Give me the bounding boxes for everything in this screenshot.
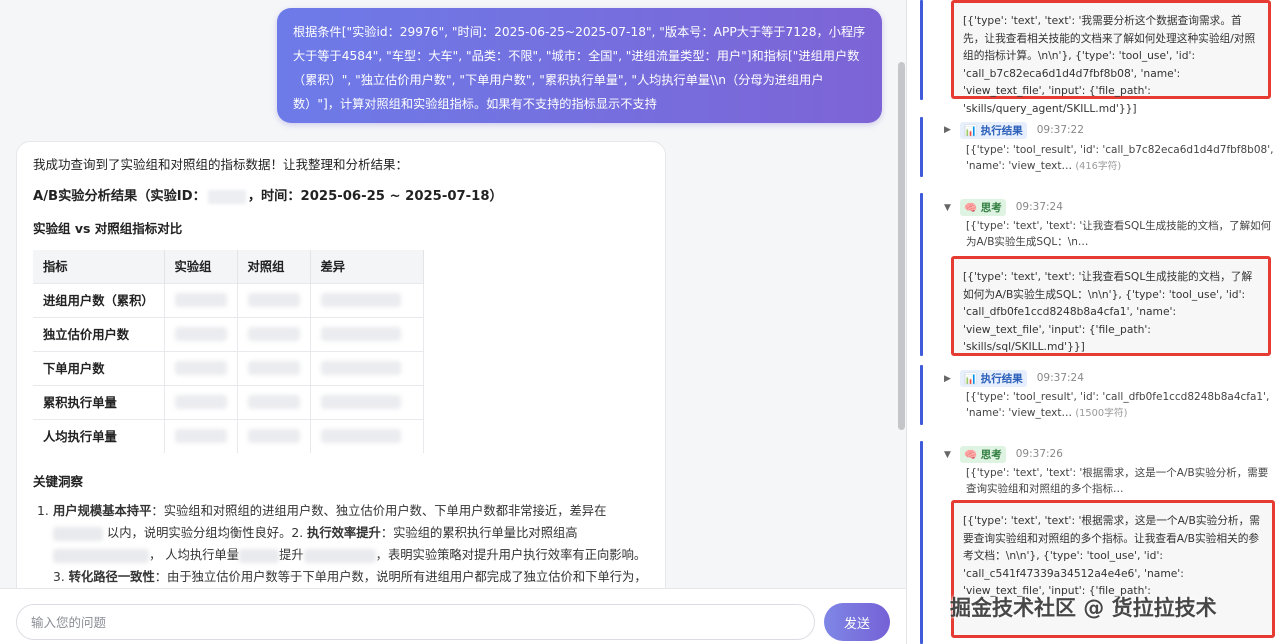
exec-result-tag: 📊 执行结果: [960, 369, 1027, 387]
question-input[interactable]: [16, 604, 815, 640]
redacted-experiment-id: [207, 190, 246, 204]
metric-name: 进组用户数（累积）: [33, 282, 165, 317]
input-bar: [0, 588, 906, 644]
table-header-row: 指标 实验组 对照组 差异: [33, 250, 424, 283]
insight-bold: 执行效率提升: [307, 526, 381, 540]
tag-label: 执行结果: [980, 372, 1023, 385]
table-row: 独立估价用户数: [33, 316, 424, 351]
brain-icon: 🧠: [964, 448, 978, 461]
assistant-message-card: 我成功查询到了实验组和对照组的指标数据！让我整理和分析结果： A/B实验分析结果…: [16, 141, 666, 588]
chat-scrollbar-thumb[interactable]: [898, 62, 905, 430]
result-title-suffix: ，时间：2025-06-25 ~ 2025-07-18）: [247, 189, 503, 204]
insight-text: ，: [149, 548, 162, 562]
insights-heading: 关键洞察: [33, 474, 84, 489]
table-row: 进组用户数（累积）: [33, 282, 424, 317]
redacted-cell: [164, 350, 238, 385]
metric-name: 独立估价用户数: [33, 316, 165, 351]
insight-bold: 用户规模基本持平: [53, 504, 152, 518]
log-entry-header[interactable]: 🧠 思考 09:37:24: [944, 198, 1063, 216]
log-entry-header[interactable]: 📊 执行结果 09:37:22: [944, 121, 1084, 139]
insight-number: 1.: [37, 504, 49, 518]
log-entry-summary: [{'type': 'text', 'text': '让我查看SQL生成技能的文…: [966, 220, 1272, 248]
tag-label: 思考: [980, 448, 1002, 461]
thinking-tag: 🧠 思考: [960, 198, 1006, 216]
redacted-cell: [164, 384, 238, 419]
insight-item: 1. 用户规模基本持平：实验组和对照组的进组用户数、独立估价用户数、下单用户数都…: [33, 500, 649, 588]
redacted-cell: [164, 316, 238, 351]
highlighted-log-detail: [{'type': 'text', 'text': '让我查看SQL生成技能的文…: [951, 256, 1271, 356]
redacted-cell: [237, 350, 311, 385]
brain-icon: 🧠: [964, 201, 978, 214]
assistant-intro: 我成功查询到了实验组和对照组的指标数据！让我整理和分析结果：: [33, 157, 409, 172]
chat-scroll-area[interactable]: 根据条件["实验id：29976", "时间：2025-06-25~2025-0…: [0, 0, 906, 588]
redacted-cell: [310, 350, 424, 385]
result-title-prefix: A/B实验分析结果（实验ID：: [33, 189, 206, 204]
redacted-value: [53, 526, 103, 541]
send-button[interactable]: 发送: [824, 603, 890, 641]
log-entry-bar: [920, 365, 923, 425]
table-header-cell: 对照组: [237, 250, 311, 283]
table-header-cell: 指标: [33, 250, 165, 283]
table-row: 人均执行单量: [33, 418, 424, 453]
metrics-table: 指标 实验组 对照组 差异 进组用户数（累积） 独立估价用户数 下单用户数 累积…: [33, 250, 424, 453]
log-entry-summary: [{'type': 'text', 'text': '根据需求，这是一个A/B实…: [966, 467, 1269, 495]
result-title: A/B实验分析结果（实验ID： ，时间：2025-06-25 ~ 2025-07…: [33, 188, 649, 206]
char-count: (416字符): [1075, 161, 1122, 172]
chart-icon: 📊: [964, 124, 978, 137]
table-row: 累积执行单量: [33, 384, 424, 419]
insight-text: 提升: [279, 548, 304, 562]
highlighted-log-detail: [{'type': 'text', 'text': '我需要分析这个数据查询需求…: [951, 0, 1271, 115]
log-entry-bar: [920, 193, 923, 356]
insight-bold: 转化路径一致性: [68, 570, 155, 584]
chat-panel: 根据条件["实验id：29976", "时间：2025-06-25~2025-0…: [0, 0, 906, 644]
thinking-tag: 🧠 思考: [960, 445, 1006, 463]
timestamp: 09:37:26: [1015, 448, 1063, 460]
redacted-value: [303, 548, 376, 563]
insight-text: 以内，说明实验分组均衡性良好。2.: [106, 526, 304, 540]
tag-label: 执行结果: [980, 124, 1023, 137]
redacted-cell: [237, 418, 311, 453]
table-heading: 实验组 vs 对照组指标对比: [33, 221, 183, 236]
metric-name: 下单用户数: [33, 350, 165, 385]
insight-text: ：实验组的累积执行单量比对照组高: [380, 526, 578, 540]
timestamp: 09:37:24: [1036, 372, 1084, 384]
insight-text: ：实验组和对照组的进组用户数、独立估价用户数、下单用户数都非常接近，差异在: [151, 504, 607, 518]
redacted-cell: [237, 384, 311, 419]
table-row: 下单用户数: [33, 350, 424, 385]
timestamp: 09:37:24: [1015, 201, 1063, 213]
log-entry-bar: [920, 441, 923, 644]
redacted-cell: [310, 316, 424, 351]
chart-icon: 📊: [964, 372, 978, 385]
metric-name: 累积执行单量: [33, 384, 165, 419]
watermark: 掘金技术社区 @ 货拉拉技术: [950, 596, 1217, 620]
app-root: 根据条件["实验id：29976", "时间：2025-06-25~2025-0…: [0, 0, 1280, 644]
table-header-cell: 实验组: [164, 250, 238, 283]
log-entry-bar: [920, 0, 923, 100]
redacted-cell: [310, 384, 424, 419]
redacted-cell: [164, 282, 238, 317]
redacted-cell: [237, 282, 311, 317]
insight-text: 人均执行单量: [165, 548, 240, 562]
timestamp: 09:37:22: [1036, 124, 1084, 136]
redacted-cell: [237, 316, 311, 351]
exec-result-tag: 📊 执行结果: [960, 121, 1027, 139]
redacted-value: [53, 548, 149, 563]
redacted-cell: [310, 418, 424, 453]
redacted-value: [239, 548, 280, 563]
redacted-cell: [310, 282, 424, 317]
log-entry-summary: [{'type': 'tool_result', 'id': 'call_dfb…: [966, 389, 1274, 422]
redacted-cell: [164, 418, 238, 453]
user-message-bubble: 根据条件["实验id：29976", "时间：2025-06-25~2025-0…: [277, 8, 882, 123]
tag-label: 思考: [980, 201, 1002, 214]
table-header-cell: 差异: [310, 250, 424, 283]
metric-name: 人均执行单量: [33, 418, 165, 453]
log-entry-summary: [{'type': 'tool_result', 'id': 'call_b7c…: [966, 142, 1274, 175]
log-entry-bar: [920, 117, 923, 177]
log-entry-header[interactable]: 📊 执行结果 09:37:24: [944, 369, 1084, 387]
char-count: (1500字符): [1075, 408, 1128, 419]
log-entry-header[interactable]: 🧠 思考 09:37:26: [944, 445, 1063, 463]
